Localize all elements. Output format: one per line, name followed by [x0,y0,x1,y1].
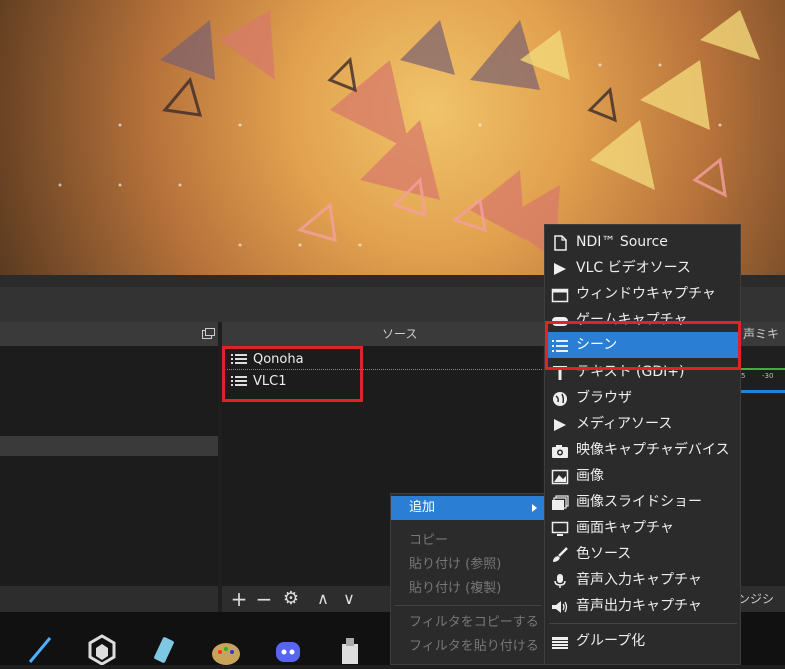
source-properties-button[interactable]: ⚙ [280,588,302,610]
app-icon-box[interactable] [334,632,366,665]
scenes-dock-title [0,322,218,346]
menu-item-copy[interactable]: コピー [391,529,545,553]
meter-tick-label: 5 [741,372,746,380]
add-source-submenu: NDI™ Source VLC ビデオソース ウィンドウキャプチャ ゲームキャプ… [544,224,741,665]
file-icon [551,234,569,251]
move-source-up-button[interactable]: ∧ [312,588,334,610]
scenes-dock-body [0,456,218,586]
brush-icon [551,546,569,562]
submenu-item-display-capture[interactable]: 画面キャプチャ [545,515,740,541]
window-icon [551,286,569,303]
submenu-item-image[interactable]: 画像 [545,463,740,489]
submenu-item-group[interactable]: グループ化 [545,628,740,654]
volume-slider[interactable] [740,390,785,393]
audio-mixer-body: 5 -30 [740,346,785,586]
volume-meter-scale [740,368,785,370]
play-icon [551,416,569,432]
slideshow-icon [551,494,569,510]
submenu-item-image-slideshow[interactable]: 画像スライドショー [545,489,740,515]
menu-item-paste-filters[interactable]: フィルタを貼り付ける [391,635,545,659]
transitions-title: ンジショ [738,586,785,632]
scenes-list[interactable] [0,346,218,436]
submenu-item-video-capture-device[interactable]: 映像キャプチャデバイス [545,437,740,463]
menu-item-add[interactable]: 追加 [391,496,545,520]
submenu-item-color-source[interactable]: 色ソース [545,541,740,567]
submenu-item-media-source[interactable]: メディアソース [545,411,740,437]
app-icon-pen[interactable] [148,632,180,665]
highlight-box-sources [222,346,363,402]
highlight-box-scene-item [545,321,741,370]
globe-icon [551,390,569,406]
submenu-item-vlc-video-source[interactable]: VLC ビデオソース [545,255,740,281]
microphone-icon [551,572,569,588]
menu-item-paste-reference[interactable]: 貼り付け (参照) [391,553,545,577]
app-icon-palette[interactable] [210,632,242,665]
discord-icon[interactable] [272,632,304,665]
folder-icon [551,633,569,649]
submenu-item-audio-output-capture[interactable]: 音声出力キャプチャ [545,593,740,619]
audio-mixer-title: 声ミキサ [740,322,785,365]
submenu-item-audio-input-capture[interactable]: 音声入力キャプチャ [545,567,740,593]
submenu-item-browser[interactable]: ブラウザ [545,385,740,411]
menu-item-copy-filters[interactable]: フィルタをコピーする [391,611,545,635]
move-source-down-button[interactable]: ∨ [338,588,360,610]
scenes-dock-subtitle [0,436,218,456]
image-icon [551,468,569,485]
app-icon-hexagon[interactable] [86,632,118,666]
dock-float-icon[interactable] [202,328,215,339]
menu-item-paste-duplicate[interactable]: 貼り付け (複製) [391,577,545,601]
speaker-icon [551,598,569,614]
add-source-button[interactable]: + [228,588,250,610]
submenu-item-ndi-source[interactable]: NDI™ Source [545,229,740,255]
meter-tick-label: -30 [762,372,774,380]
play-icon [551,260,569,276]
app-icon-line[interactable] [24,632,56,665]
camera-icon [551,442,569,458]
remove-source-button[interactable]: − [253,588,275,610]
scenes-controls [0,586,218,612]
menu-separator [395,605,541,606]
source-context-menu: 追加 コピー 貼り付け (参照) 貼り付け (複製) フィルタをコピーする フィ… [390,493,546,665]
submenu-item-window-capture[interactable]: ウィンドウキャプチャ [545,281,740,307]
submenu-arrow-icon [532,504,537,512]
monitor-icon [551,520,569,536]
menu-separator [549,623,737,624]
